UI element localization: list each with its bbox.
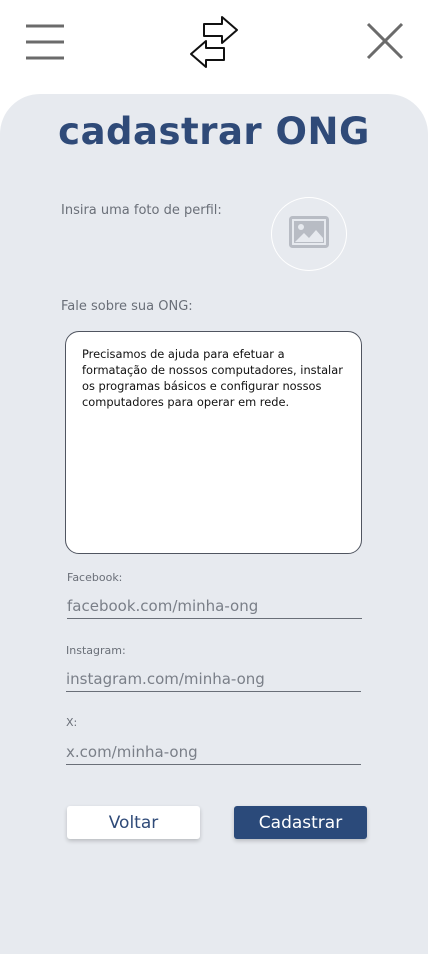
about-label: Fale sobre sua ONG: [61, 299, 193, 314]
x-input[interactable] [66, 740, 361, 765]
image-placeholder-icon [289, 216, 329, 252]
page-title: cadastrar ONG [58, 110, 370, 153]
about-textarea[interactable]: Precisamos de ajuda para efetuar a forma… [65, 331, 362, 554]
app-header [0, 0, 428, 90]
photo-label: Insira uma foto de perfil: [61, 203, 222, 218]
x-label: X: [66, 716, 78, 729]
profile-photo-upload-button[interactable] [271, 197, 347, 271]
hamburger-menu-icon[interactable] [24, 22, 66, 62]
instagram-label: Instagram: [66, 644, 126, 657]
facebook-input[interactable] [67, 594, 362, 619]
swap-arrows-logo-icon [188, 14, 240, 70]
close-x-icon[interactable] [364, 20, 406, 62]
facebook-label: Facebook: [67, 571, 123, 584]
instagram-input[interactable] [66, 667, 361, 692]
submit-button[interactable]: Cadastrar [234, 806, 367, 839]
back-button[interactable]: Voltar [67, 806, 200, 839]
